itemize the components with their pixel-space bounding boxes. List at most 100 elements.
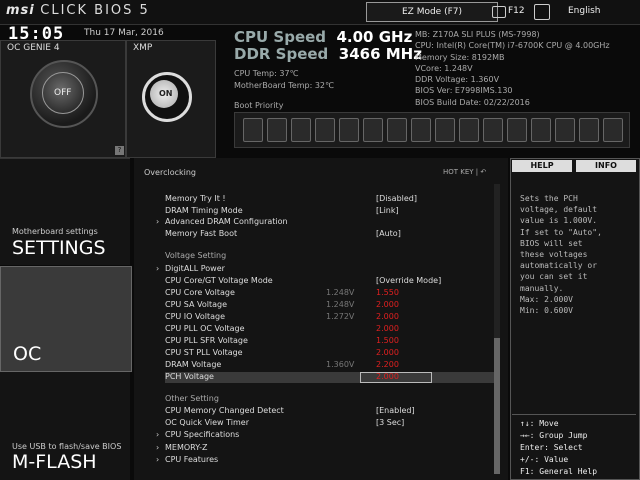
setting-row[interactable]: DRAM Timing Mode [Link] — [165, 206, 495, 217]
msi-logo: msi CLICK BIOS 5 — [6, 3, 150, 18]
setting-label: CPU IO Voltage — [165, 312, 226, 321]
setting-row[interactable]: CPU Memory Changed Detect [Enabled] — [165, 406, 495, 417]
submenu-arrow-icon: › — [156, 430, 160, 439]
ddr-speed-label: DDR Speed — [234, 45, 329, 63]
ez-mode-button[interactable]: EZ Mode (F7) — [366, 2, 498, 22]
setting-row[interactable]: › CPU Specifications — [156, 430, 495, 441]
oc-genie-state: OFF — [54, 88, 72, 98]
setting-row[interactable]: Memory Fast Boot [Auto] — [165, 229, 495, 240]
cpu-speed-value: 4.00 GHz — [336, 28, 413, 46]
setting-row[interactable]: CPU PLL OC Voltage 2.000 — [165, 324, 495, 335]
sysinfo-line: VCore: 1.248V — [415, 63, 473, 73]
setting-label: CPU Core/GT Voltage Mode — [165, 276, 273, 285]
setting-row[interactable]: DRAM Voltage 1.360V 2.200 — [165, 360, 495, 371]
setting-row[interactable]: Memory Try It ! [Disabled] — [165, 194, 495, 205]
setting-value[interactable]: 1.550 — [376, 288, 399, 297]
setting-value[interactable]: 2.000 — [376, 312, 399, 321]
boot-device-icon[interactable] — [315, 118, 335, 142]
boot-device-icon[interactable] — [507, 118, 527, 142]
setting-row[interactable]: CPU IO Voltage 1.272V 2.000 — [165, 312, 495, 323]
boot-device-icon[interactable] — [291, 118, 311, 142]
key-legend: ↑↓: Move →←: Group Jump Enter: Select +/… — [520, 419, 598, 476]
camera-icon[interactable] — [492, 6, 506, 18]
setting-label: CPU Memory Changed Detect — [165, 406, 284, 415]
setting-label: DigitALL Power — [165, 264, 225, 273]
setting-row[interactable]: CPU SA Voltage 1.248V 2.000 — [165, 300, 495, 311]
setting-value[interactable]: [3 Sec] — [376, 418, 404, 427]
boot-device-icon[interactable] — [483, 118, 503, 142]
setting-value[interactable]: 1.500 — [376, 336, 399, 345]
hotkey-label[interactable]: HOT KEY | ↶ — [443, 168, 486, 176]
setting-row[interactable]: PCH Voltage 2.000 — [165, 372, 495, 383]
boot-device-icon[interactable] — [243, 118, 263, 142]
tab-help[interactable]: HELP — [512, 160, 572, 172]
group-header: Other Setting — [165, 394, 495, 405]
boot-device-icon[interactable] — [363, 118, 383, 142]
setting-value[interactable]: [Link] — [376, 206, 399, 215]
language-button[interactable]: English — [568, 6, 601, 16]
boot-priority-label: Boot Priority — [234, 101, 284, 110]
sysinfo-line: BIOS Ver: E7998IMS.130 — [415, 86, 513, 96]
setting-value[interactable]: [Enabled] — [376, 406, 415, 415]
divider — [512, 414, 636, 415]
screenshot-key-label[interactable]: F12 — [508, 6, 525, 16]
submenu-arrow-icon: › — [156, 217, 160, 226]
boot-device-icon[interactable] — [531, 118, 551, 142]
boot-device-icon[interactable] — [555, 118, 575, 142]
system-info: MB: Z170A SLI PLUS (MS-7998) CPU: Intel(… — [415, 29, 610, 108]
current-voltage: 1.248V — [326, 288, 355, 297]
setting-value[interactable]: 2.200 — [376, 360, 399, 369]
setting-row[interactable]: › Advanced DRAM Configuration — [156, 217, 495, 228]
setting-value[interactable]: 2.000 — [376, 324, 399, 333]
boot-device-icon[interactable] — [603, 118, 623, 142]
setting-value[interactable]: 2.000 — [376, 300, 399, 309]
setting-value[interactable]: [Override Mode] — [376, 276, 441, 285]
setting-row[interactable]: › DigitALL Power — [156, 264, 495, 275]
setting-row[interactable]: CPU PLL SFR Voltage 1.500 — [165, 336, 495, 347]
language-icon[interactable] — [534, 4, 550, 20]
cpu-temp: CPU Temp: 37℃ — [234, 69, 299, 78]
boot-device-icon[interactable] — [267, 118, 287, 142]
scrollbar-thumb[interactable] — [494, 338, 500, 474]
setting-label: CPU Core Voltage — [165, 288, 235, 297]
boot-device-icon[interactable] — [387, 118, 407, 142]
cpu-speed-label: CPU Speed — [234, 28, 327, 46]
setting-row[interactable]: OC Quick View Timer [3 Sec] — [165, 418, 495, 429]
setting-label: CPU PLL SFR Voltage — [165, 336, 248, 345]
setting-value[interactable]: [Auto] — [376, 229, 401, 238]
boot-device-icon[interactable] — [339, 118, 359, 142]
tab-info[interactable]: INFO — [576, 160, 636, 172]
setting-label: MEMORY-Z — [165, 443, 208, 452]
nav-settings[interactable]: Motherboard settings SETTINGS — [0, 158, 130, 265]
clock-date: Thu 17 Mar, 2016 — [84, 28, 164, 38]
boot-device-icon[interactable] — [435, 118, 455, 142]
ddr-speed-value: 3466 MHz — [338, 45, 422, 63]
help-text: Sets the PCH voltage, default value is 1… — [520, 194, 602, 316]
setting-row[interactable]: CPU Core/GT Voltage Mode [Override Mode] — [165, 276, 495, 287]
setting-label: OC Quick View Timer — [165, 418, 249, 427]
boot-device-icon[interactable] — [579, 118, 599, 142]
submenu-arrow-icon: › — [156, 264, 160, 273]
sysinfo-line: CPU: Intel(R) Core(TM) i7-6700K CPU @ 4.… — [415, 41, 610, 51]
boot-device-icon[interactable] — [411, 118, 431, 142]
current-voltage: 1.272V — [326, 312, 355, 321]
setting-label: Memory Try It ! — [165, 194, 226, 203]
motherboard-temp: MotherBoard Temp: 32℃ — [234, 81, 334, 90]
xmp-state: ON — [159, 89, 173, 98]
setting-value[interactable]: 2.000 — [376, 372, 399, 381]
help-icon[interactable]: ? — [115, 146, 124, 155]
nav-oc[interactable]: OC — [0, 266, 132, 372]
setting-label: CPU ST PLL Voltage — [165, 348, 243, 357]
setting-value[interactable]: 2.000 — [376, 348, 399, 357]
setting-row[interactable]: CPU Core Voltage 1.248V 1.550 — [165, 288, 495, 299]
nav-mflash[interactable]: Use USB to flash/save BIOS M-FLASH — [0, 372, 130, 480]
current-voltage: 1.360V — [326, 360, 355, 369]
setting-value[interactable]: [Disabled] — [376, 194, 417, 203]
setting-row[interactable]: › CPU Features — [156, 455, 495, 466]
sysinfo-line: BIOS Build Date: 02/22/2016 — [415, 97, 530, 107]
setting-label: Memory Fast Boot — [165, 229, 238, 238]
setting-row[interactable]: › MEMORY-Z — [156, 443, 495, 454]
setting-row[interactable]: CPU ST PLL Voltage 2.000 — [165, 348, 495, 359]
boot-priority-bar[interactable] — [234, 112, 630, 148]
boot-device-icon[interactable] — [459, 118, 479, 142]
